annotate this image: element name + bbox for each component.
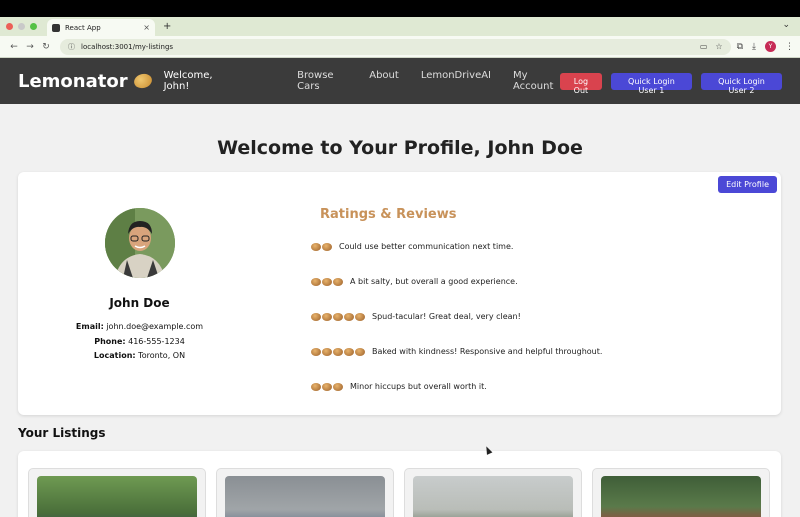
app-navbar: Lemonator Welcome, John! Browse Cars Abo…: [0, 58, 800, 104]
potato-rating-icon: [344, 347, 354, 356]
potato-rating-icon: [322, 347, 332, 356]
profile-location: Location: Toronto, ON: [38, 351, 241, 360]
nav-link-my-account[interactable]: My Account: [513, 70, 560, 92]
browser-menu-icon[interactable]: ⋮: [785, 42, 794, 52]
rating-potatoes: [311, 242, 332, 251]
review-item: Baked with kindness! Responsive and help…: [311, 347, 602, 356]
browser-address-bar: ← → ↻ ⓘ localhost:3001/my-listings ▭ ☆ ⧉…: [0, 36, 800, 58]
brand-name: Lemonator: [18, 70, 128, 92]
logout-button[interactable]: Log Out: [559, 72, 602, 95]
close-window-button[interactable]: [6, 23, 13, 30]
welcome-text: Welcome, John!: [163, 70, 213, 92]
potato-rating-icon: [311, 242, 321, 251]
profile-card: Edit Profile John Doe Email: john.doe@ex…: [18, 172, 781, 415]
review-item: Minor hiccups but overall worth it.: [311, 382, 487, 391]
nav-link-browse-cars[interactable]: Browse Cars: [297, 70, 347, 92]
url-input[interactable]: ⓘ localhost:3001/my-listings ▭ ☆: [60, 38, 731, 55]
nav-link-about[interactable]: About: [369, 70, 399, 92]
os-top-bar: [0, 0, 800, 17]
forward-icon[interactable]: →: [22, 42, 38, 52]
download-icon[interactable]: ⤓: [752, 42, 756, 52]
nav-link-lemondriveai[interactable]: LemonDriveAI: [421, 70, 491, 92]
potato-rating-icon: [333, 312, 343, 321]
listing-card[interactable]: [28, 468, 206, 517]
listing-car-image: [225, 476, 385, 517]
brand-logo[interactable]: Lemonator: [18, 70, 154, 92]
listing-card[interactable]: [216, 468, 394, 517]
potato-rating-icon: [333, 347, 343, 356]
listing-car-image: [37, 476, 197, 517]
listing-card[interactable]: [404, 468, 582, 517]
tab-close-icon[interactable]: ×: [143, 23, 150, 32]
profile-photo: [105, 208, 175, 278]
potato-rating-icon: [322, 312, 332, 321]
review-text: Could use better communication next time…: [339, 242, 514, 251]
review-item: Could use better communication next time…: [311, 242, 513, 251]
listings-grid: [18, 451, 781, 517]
phone-label: Phone:: [94, 337, 126, 346]
tab-search-chevron-icon[interactable]: ⌄: [782, 20, 790, 30]
review-text: Baked with kindness! Responsive and help…: [372, 347, 603, 356]
rating-potatoes: [311, 277, 343, 286]
potato-icon: [132, 71, 154, 91]
new-tab-icon[interactable]: +: [163, 21, 171, 32]
edit-profile-button[interactable]: Edit Profile: [718, 176, 777, 193]
listings-title: Your Listings: [18, 426, 106, 440]
url-text: localhost:3001/my-listings: [81, 42, 174, 51]
location-value: Toronto, ON: [138, 351, 186, 360]
profile-phone: Phone: 416-555-1234: [38, 337, 241, 346]
review-item: A bit salty, but overall a good experien…: [311, 277, 518, 286]
bookmark-star-icon[interactable]: ☆: [715, 42, 722, 51]
site-info-icon[interactable]: ⓘ: [68, 42, 75, 52]
profile-name: John Doe: [109, 296, 170, 310]
rating-potatoes: [311, 347, 365, 356]
extensions-icon[interactable]: ⧉: [737, 42, 743, 52]
ratings-title: Ratings & Reviews: [320, 207, 457, 222]
potato-rating-icon: [322, 382, 332, 391]
reload-icon[interactable]: ↻: [38, 42, 54, 52]
page-title: Welcome to Your Profile, John Doe: [217, 137, 583, 159]
nav-menu: Browse Cars About LemonDriveAI My Accoun…: [297, 70, 560, 92]
potato-rating-icon: [344, 312, 354, 321]
review-text: Spud-tacular! Great deal, very clean!: [372, 312, 521, 321]
potato-rating-icon: [355, 312, 365, 321]
maximize-window-button[interactable]: [30, 23, 37, 30]
listing-card[interactable]: [592, 468, 770, 517]
quick-login-user-1-button[interactable]: Quick Login User 1: [610, 72, 692, 95]
cast-icon[interactable]: ▭: [700, 42, 708, 51]
browser-tab[interactable]: React App ×: [47, 19, 155, 36]
listing-car-image: [601, 476, 761, 517]
email-label: Email:: [75, 322, 104, 331]
quick-login-user-2-button[interactable]: Quick Login User 2: [700, 72, 783, 95]
profile-avatar: [105, 208, 175, 278]
rating-potatoes: [311, 382, 343, 391]
review-text: Minor hiccups but overall worth it.: [350, 382, 487, 391]
review-text: A bit salty, but overall a good experien…: [350, 277, 518, 286]
potato-rating-icon: [311, 382, 321, 391]
profile-email: Email: john.doe@example.com: [38, 322, 241, 331]
browser-tab-strip: React App × + ⌄: [0, 17, 800, 36]
listing-car-image: [413, 476, 573, 517]
tab-favicon-icon: [52, 23, 60, 32]
tab-title: React App: [65, 23, 101, 32]
potato-rating-icon: [311, 347, 321, 356]
potato-rating-icon: [322, 242, 332, 251]
potato-rating-icon: [333, 277, 343, 286]
potato-rating-icon: [355, 347, 365, 356]
potato-rating-icon: [311, 277, 321, 286]
potato-rating-icon: [311, 312, 321, 321]
phone-value: 416-555-1234: [128, 337, 185, 346]
rating-potatoes: [311, 312, 365, 321]
review-item: Spud-tacular! Great deal, very clean!: [311, 312, 521, 321]
back-icon[interactable]: ←: [6, 42, 22, 52]
profile-avatar-icon[interactable]: Y: [765, 41, 776, 52]
potato-rating-icon: [322, 277, 332, 286]
email-value: john.doe@example.com: [106, 322, 204, 331]
minimize-window-button[interactable]: [18, 23, 25, 30]
location-label: Location:: [93, 351, 136, 360]
window-controls: [6, 23, 37, 30]
potato-rating-icon: [333, 382, 343, 391]
